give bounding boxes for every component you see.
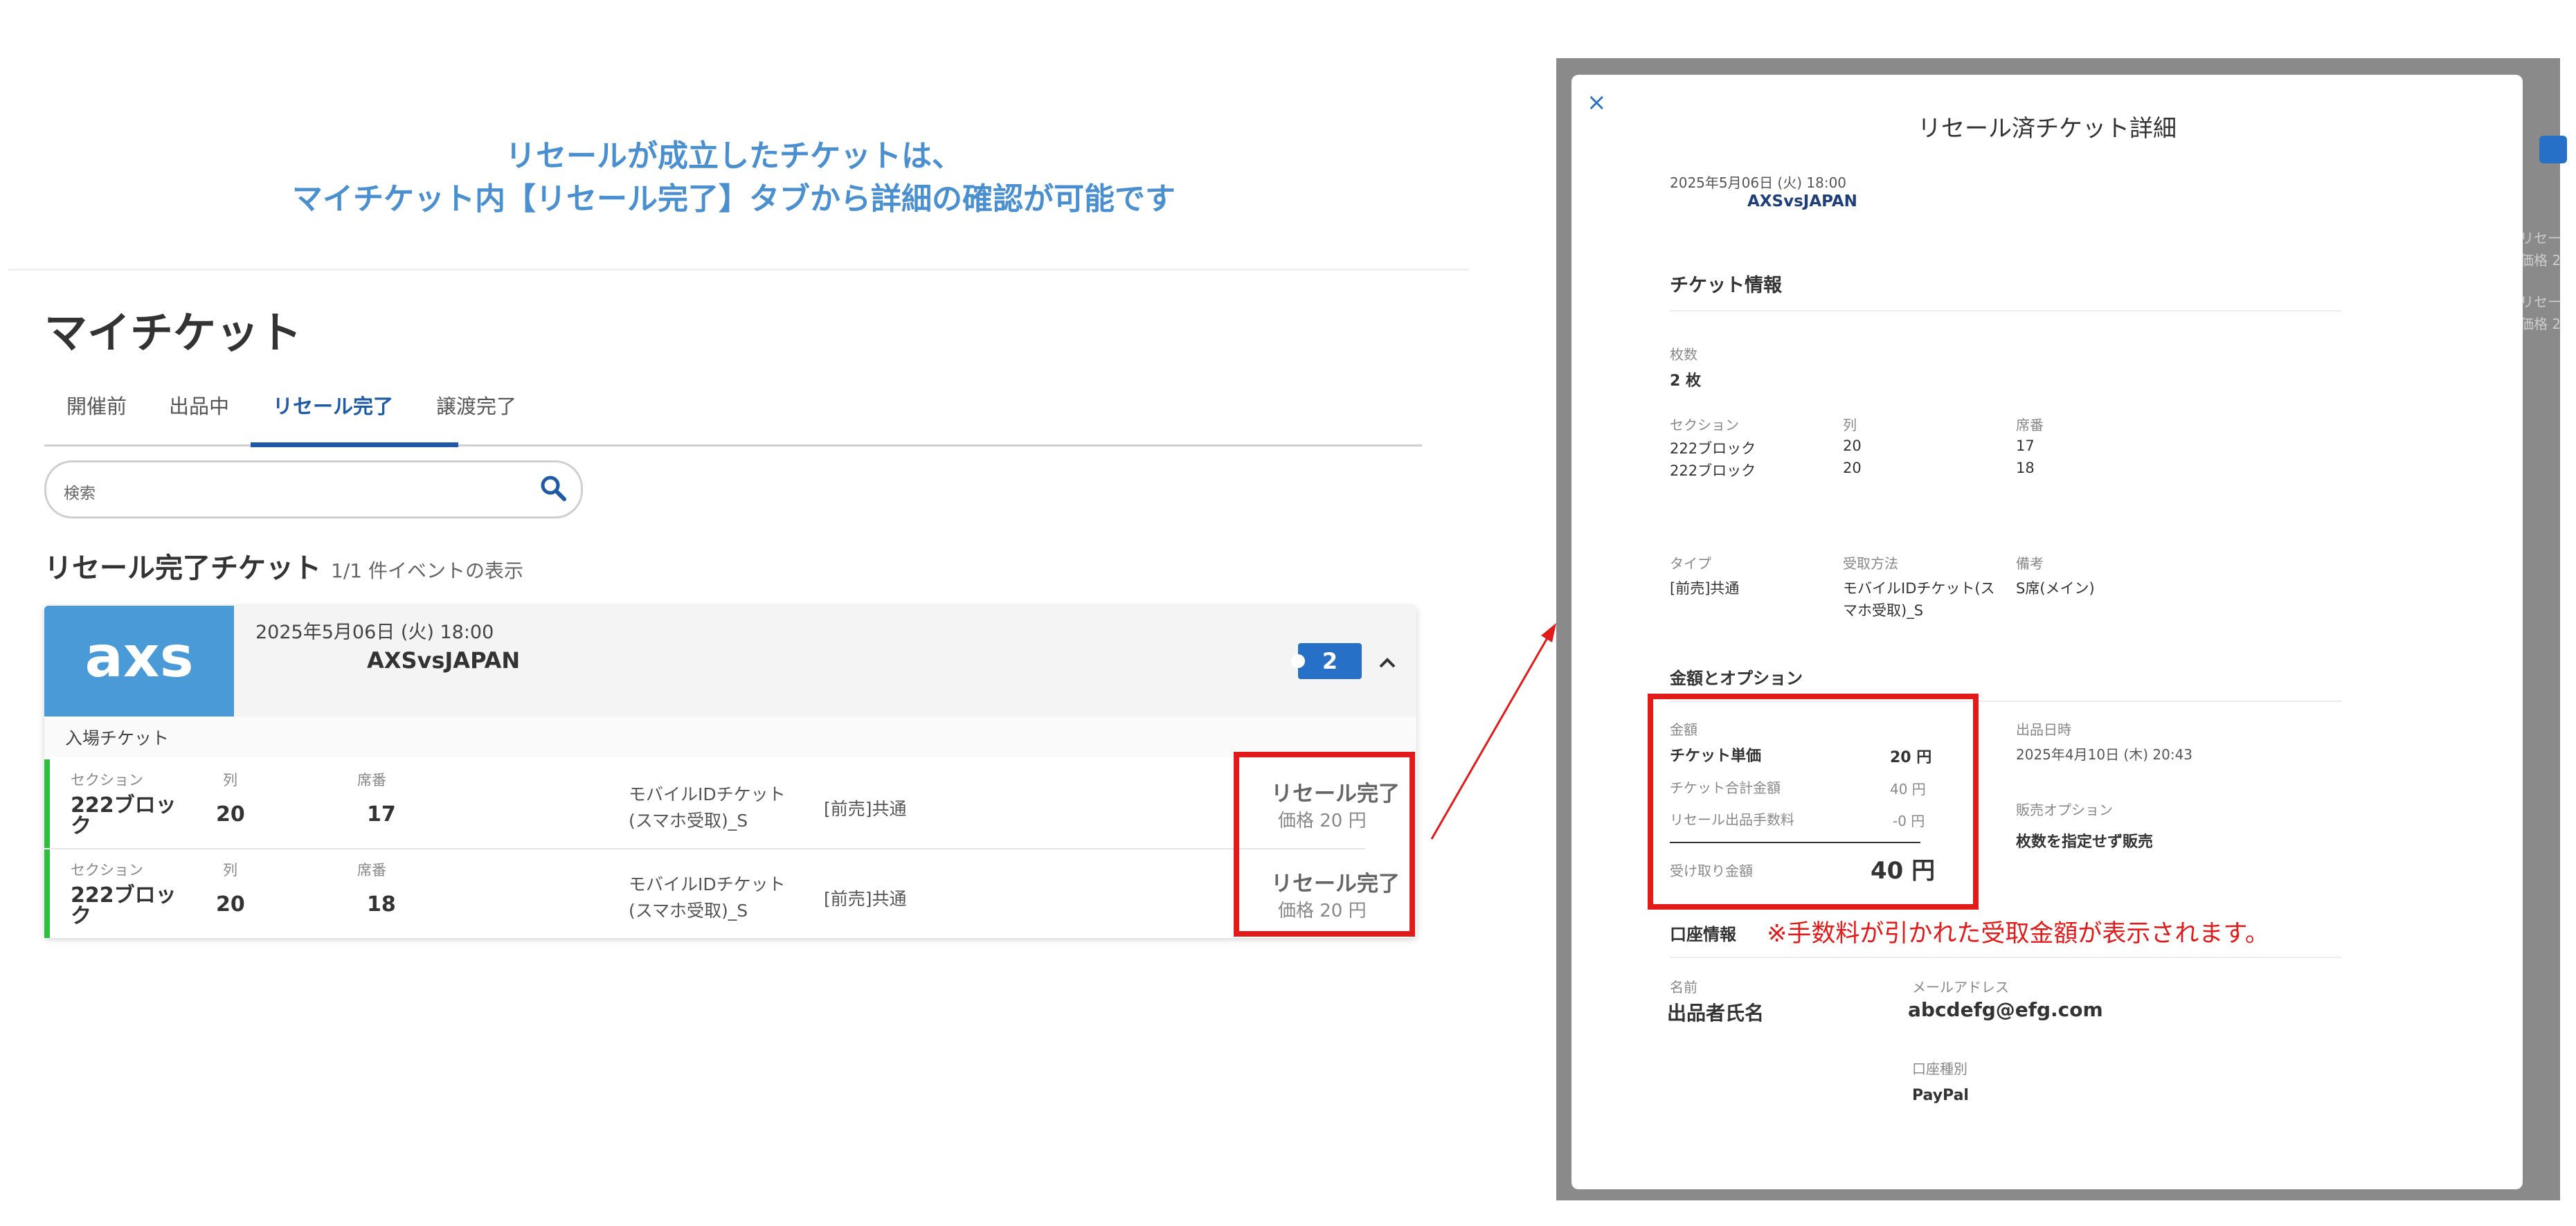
annotation-note: ※手数料が引かれた受取金額が表示されます。 [1767,920,2269,948]
account-type-label: 口座種別 [1912,1061,1967,1077]
amount-options-title: 金額とオプション [1670,669,1803,688]
seat-section: 222ブロック [1670,462,1756,479]
note-label: 備考 [2016,555,2044,572]
type-value: [前売]共通 [1670,580,1740,597]
receive-method-value: モバイルIDチケット(スマホ受取)_S [1843,580,1995,619]
type-label: タイプ [1670,555,1711,572]
account-type-value: PayPal [1912,1087,1969,1104]
modal-event-name: AXSvsJAPAN [1747,192,1857,210]
peek-text: リセー [2520,294,2561,310]
seat-number: 18 [2016,460,2035,476]
peek-text: 価格 2 [2520,316,2561,332]
account-info-title: 口座情報 [1670,925,1736,944]
email-label: メールアドレス [1912,979,2009,995]
seat-row: 20 [1843,460,1862,476]
listed-date-value: 2025年4月10日 (木) 20:43 [2016,746,2193,763]
resale-detail-modal: × リセール済チケット詳細 2025年5月06日 (火) 18:00 AXSvs… [1571,75,2523,1189]
section-label: セクション [1670,417,1739,433]
background-badge [2539,136,2567,163]
seat-row: 20 [1843,438,1862,454]
modal-event-date: 2025年5月06日 (火) 18:00 [1670,174,1847,191]
sale-option-label: 販売オプション [2016,802,2113,818]
receive-method-label: 受取方法 [1843,555,1898,572]
ticket-info-title: チケット情報 [1670,275,1782,296]
divider [1670,310,2341,312]
name-value: 出品者氏名 [1667,1002,1765,1025]
email-value: abcdefg@efg.com [1908,998,2103,1021]
seat-number: 17 [2016,438,2035,454]
name-label: 名前 [1670,979,1697,995]
peek-text: リセー [2520,230,2561,246]
seat-label: 席番 [2016,417,2044,433]
divider [1670,957,2341,958]
peek-text: 価格 2 [2520,252,2561,269]
row-label: 列 [1843,417,1857,433]
note-value: S席(メイン) [2016,580,2095,597]
listed-date-label: 出品日時 [2016,721,2071,738]
count-value: 2 枚 [1670,372,1701,390]
seat-section: 222ブロック [1670,440,1756,457]
modal-title: リセール済チケット詳細 [1918,115,2177,143]
count-label: 枚数 [1670,346,1697,363]
sale-option-value: 枚数を指定せず販売 [2016,833,2154,851]
amount-highlight-box [1648,694,1979,910]
